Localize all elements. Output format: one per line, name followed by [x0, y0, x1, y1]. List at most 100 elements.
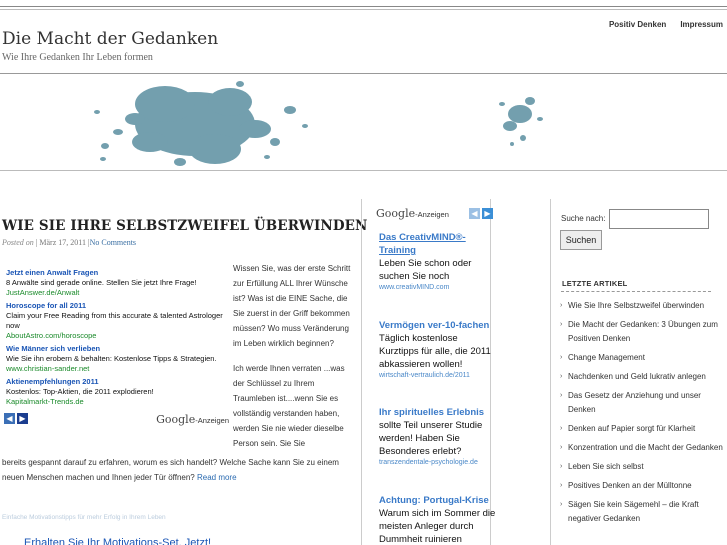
motivation-set-link[interactable]: Erhalten Sie Ihr Motivations-Set. Jetzt! [24, 537, 211, 545]
mid-ad-url[interactable]: www.creativMIND.com [379, 283, 497, 292]
ad-prev-arrow-icon[interactable]: ◀ [4, 413, 15, 424]
mid-ad-title-text[interactable]: Das CreativMIND®-Training [379, 232, 466, 256]
ad-title[interactable]: Horoscope for all 2011 [6, 301, 224, 311]
search-label: Suche nach: [561, 214, 606, 223]
ad-next-arrow-icon[interactable]: ▶ [17, 413, 28, 424]
ink-splash-image [94, 81, 543, 166]
post-meta: Posted on | März 17, 2011 |No Comments [2, 238, 137, 247]
post-date: März 17, 2011 [39, 238, 86, 247]
post-paragraph: bereits gespannt darauf zu erfahren, wor… [2, 458, 339, 482]
mid-ad-text: Täglich kostenlose Kurztipps für alle, d… [379, 333, 491, 370]
mid-ad-item[interactable]: Ihr spirituelles Erlebnis sollte Teil un… [379, 406, 497, 467]
inline-ad-block: Jetzt einen Anwalt Fragen 8 Anwälte sind… [6, 268, 224, 410]
ad-item[interactable]: Wie Männer sich verlieben Wie Sie ihn er… [6, 344, 224, 374]
ad-title[interactable]: Wie Männer sich verlieben [6, 344, 224, 354]
google-logo: Google [156, 413, 196, 426]
ad-text: Wie Sie ihn erobern & behalten: Kostenlo… [6, 354, 217, 363]
ad-title[interactable]: Aktienempfehlungen 2011 [6, 377, 224, 387]
search-button[interactable]: Suchen [560, 230, 602, 250]
list-item[interactable]: › Das Gesetz der Anziehung und unser Denk… [560, 389, 725, 417]
bullet-arrow-icon: › [560, 354, 563, 361]
article-link[interactable]: Positives Denken an der Mülltonne [568, 479, 692, 493]
article-link[interactable]: Denken auf Papier sorgt für Klarheit [568, 422, 695, 436]
list-item[interactable]: › Leben Sie sich selbst [560, 460, 725, 474]
ad-item[interactable]: Aktienempfehlungen 2011 Kostenlos: Top-A… [6, 377, 224, 407]
ad-url[interactable]: www.christian-sander.net [6, 364, 224, 374]
ad-url[interactable]: AboutAstro.com/horoscope [6, 331, 224, 341]
posted-on-label: Posted on [2, 238, 34, 247]
article-link[interactable]: Leben Sie sich selbst [568, 460, 644, 474]
top-rule [0, 6, 727, 10]
list-item[interactable]: › Konzentration und die Macht der Gedanke… [560, 441, 725, 455]
bullet-arrow-icon: › [560, 463, 563, 470]
anzeigen-label: -Anzeigen [195, 416, 229, 425]
post-paragraph: Ich werde Ihnen verraten ...was der Schl… [233, 364, 345, 448]
article-link[interactable]: Sägen Sie kein Sägemehl – die Kraft nega… [568, 498, 725, 526]
list-item[interactable]: › Nachdenken und Geld lukrativ anlegen [560, 370, 725, 384]
motivation-tips-link[interactable]: Einfache Motivationstipps für mehr Erfol… [2, 514, 166, 521]
mid-ad-url[interactable]: wirtschaft-vertraulich.de/2011 [379, 371, 497, 380]
ad-url[interactable]: JustAnswer.de/Anwalt [6, 288, 224, 298]
mid-ad-next-arrow-icon[interactable]: ▶ [482, 208, 493, 219]
ad-text: Kostenlos: Top-Aktien, die 2011 explodie… [6, 387, 154, 396]
ad-text: Claim your Free Reading from this accura… [6, 311, 223, 330]
mid-ad-prev-arrow-icon[interactable]: ◀ [469, 208, 480, 219]
site-title[interactable]: Die Macht der Gedanken [2, 29, 218, 49]
mid-ad-title[interactable]: Vermögen ver-10-fachen [379, 319, 497, 332]
mid-ad-text: Leben Sie schon oder suchen Sie noch [379, 258, 472, 282]
mid-ad-url[interactable]: transzendentale-psychologie.de [379, 458, 497, 467]
list-item[interactable]: › Denken auf Papier sorgt für Klarheit [560, 422, 725, 436]
bullet-arrow-icon: › [560, 501, 563, 508]
google-ads-label[interactable]: Google-Anzeigen [376, 207, 449, 220]
mid-ad-item[interactable]: Vermögen ver-10-fachen Täglich kostenlos… [379, 319, 497, 380]
bullet-arrow-icon: › [560, 321, 563, 328]
mid-ad-title[interactable]: Das CreativMIND®-Training [379, 231, 497, 257]
list-item[interactable]: › Wie Sie Ihre Selbstzweifel überwinden [560, 299, 725, 313]
post-paragraph: Wissen Sie, was der erste Schritt zur Er… [233, 264, 351, 348]
article-link[interactable]: Nachdenken und Geld lukrativ anlegen [568, 370, 706, 384]
google-logo: Google [376, 207, 416, 220]
mid-ad-title[interactable]: Achtung: Portugal-Krise [379, 494, 497, 507]
google-ads-label[interactable]: Google-Anzeigen [156, 413, 229, 426]
article-link[interactable]: Konzentration und die Macht der Gedanken [568, 441, 723, 455]
article-link[interactable]: Die Macht der Gedanken: 3 Übungen zum Po… [568, 318, 725, 346]
ad-url[interactable]: Kapitalmarkt-Trends.de [6, 397, 224, 407]
heading-divider [561, 291, 711, 292]
post-body-continued: bereits gespannt darauf zu erfahren, wor… [2, 455, 355, 485]
mid-ad-item[interactable]: Das CreativMIND®-Training Leben Sie scho… [379, 231, 497, 292]
bullet-arrow-icon: › [560, 392, 563, 399]
anzeigen-label: -Anzeigen [415, 210, 449, 219]
inline-ad-footer: ◀ ▶ Google-Anzeigen [4, 413, 229, 427]
post-body-column: Wissen Sie, was der erste Schritt zur Er… [233, 261, 355, 461]
article-link[interactable]: Change Management [568, 351, 645, 365]
bullet-arrow-icon: › [560, 425, 563, 432]
banner-divider [0, 170, 727, 171]
top-navigation: Positiv Denken Impressum [609, 20, 723, 29]
search-input[interactable] [609, 209, 709, 229]
nav-positiv-denken[interactable]: Positiv Denken [609, 20, 666, 29]
read-more-link[interactable]: Read more [197, 473, 237, 482]
list-item[interactable]: › Die Macht der Gedanken: 3 Übungen zum P… [560, 318, 725, 346]
post-title[interactable]: WIE SIE IHRE SELBSTZWEIFEL ÜBERWINDEN [2, 218, 367, 234]
article-link[interactable]: Wie Sie Ihre Selbstzweifel überwinden [568, 299, 704, 313]
mid-ad-item[interactable]: Achtung: Portugal-Krise Warum sich im So… [379, 494, 497, 545]
header-banner [0, 74, 727, 170]
mid-ad-text: Warum sich im Sommer die meisten Anleger… [379, 508, 496, 545]
bullet-arrow-icon: › [560, 482, 563, 489]
ad-text: 8 Anwälte sind gerade online. Stellen Si… [6, 278, 197, 287]
bullet-arrow-icon: › [560, 302, 563, 309]
bullet-arrow-icon: › [560, 373, 563, 380]
ad-item[interactable]: Horoscope for all 2011 Claim your Free R… [6, 301, 224, 341]
list-item[interactable]: › Sägen Sie kein Sägemehl – die Kraft neg… [560, 498, 725, 526]
comments-link[interactable]: No Comments [90, 238, 136, 247]
recent-articles-heading: LETZTE ARTIKEL [562, 279, 628, 288]
mid-ad-title[interactable]: Ihr spirituelles Erlebnis [379, 406, 497, 419]
list-item[interactable]: › Change Management [560, 351, 725, 365]
recent-articles-list: › Wie Sie Ihre Selbstzweifel überwinden ›… [560, 299, 725, 531]
ad-item[interactable]: Jetzt einen Anwalt Fragen 8 Anwälte sind… [6, 268, 224, 298]
article-link[interactable]: Das Gesetz der Anziehung und unser Denke… [568, 389, 725, 417]
bullet-arrow-icon: › [560, 444, 563, 451]
list-item[interactable]: › Positives Denken an der Mülltonne [560, 479, 725, 493]
ad-title[interactable]: Jetzt einen Anwalt Fragen [6, 268, 224, 278]
nav-impressum[interactable]: Impressum [680, 20, 723, 29]
